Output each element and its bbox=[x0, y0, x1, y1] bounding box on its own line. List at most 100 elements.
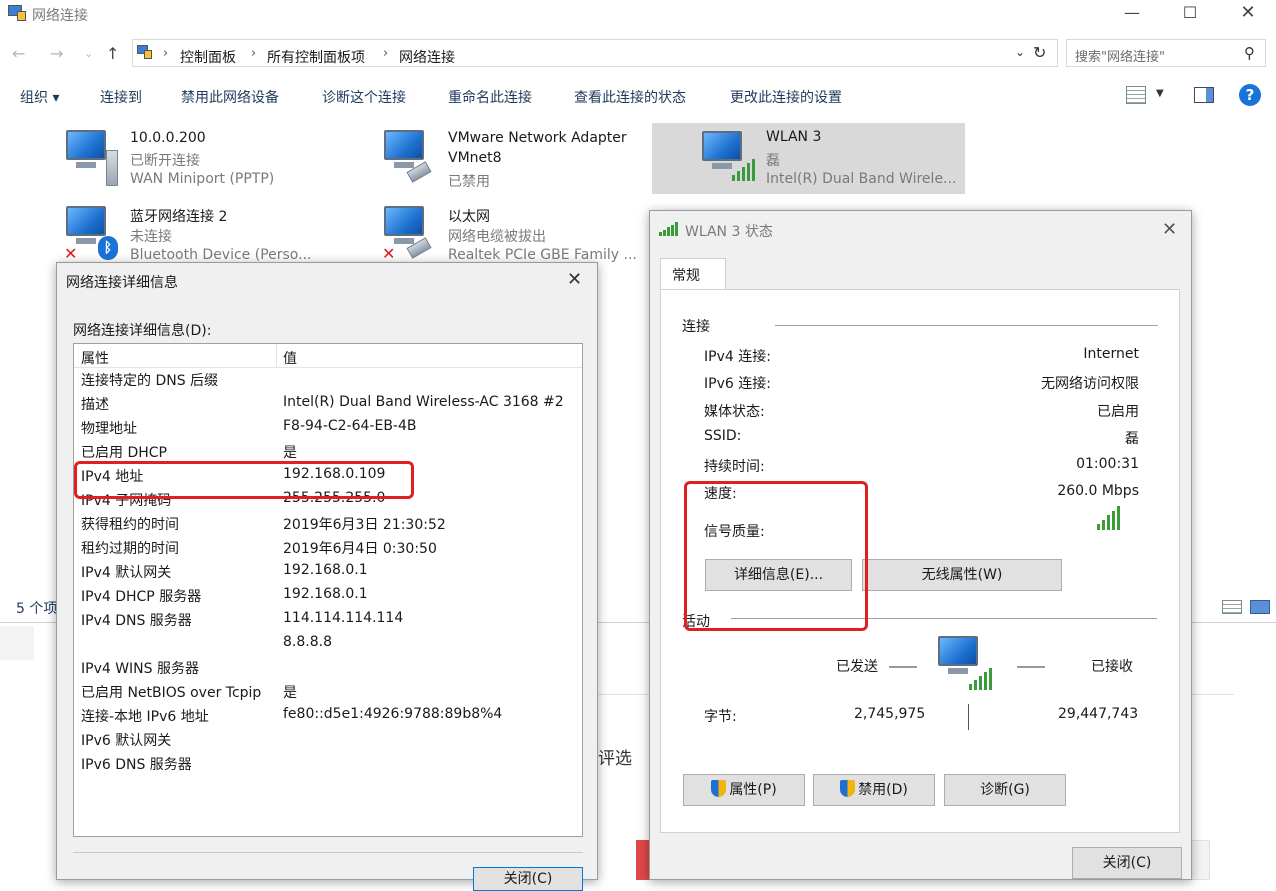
close-dialog-button[interactable]: ✕ bbox=[567, 269, 582, 290]
detail-row-value[interactable]: 是 bbox=[283, 442, 297, 462]
dialog-title: 网络连接详细信息 bbox=[66, 275, 178, 291]
detail-row-value[interactable]: 2019年6月3日 21:30:52 bbox=[283, 514, 446, 534]
wifi-signal-icon bbox=[659, 222, 679, 236]
forward-icon[interactable]: → bbox=[50, 44, 63, 63]
minimize-button[interactable]: — bbox=[1110, 2, 1154, 26]
field-ipv6: IPv6 连接: 无网络访问权限 bbox=[704, 373, 1139, 393]
wireless-properties-button[interactable]: 无线属性(W) bbox=[862, 559, 1062, 591]
search-input[interactable]: 搜索"网络连接" ⚲ bbox=[1066, 39, 1266, 67]
command-bar: 组织 ▾ 连接到 禁用此网络设备 诊断这个连接 重命名此连接 查看此连接的状态 … bbox=[0, 78, 1276, 114]
details-view-icon[interactable] bbox=[1222, 600, 1242, 614]
detail-row-property[interactable]: 租约过期的时间 bbox=[81, 538, 179, 558]
maximize-button[interactable]: ☐ bbox=[1168, 2, 1212, 26]
close-dialog-button[interactable]: ✕ bbox=[1162, 219, 1177, 240]
title-bar: 网络连接 — ☐ ✕ bbox=[0, 0, 1276, 30]
detail-row-value[interactable]: 192.168.0.1 bbox=[283, 562, 368, 578]
detail-row-property[interactable]: 连接-本地 IPv6 地址 bbox=[81, 706, 209, 726]
organize-menu[interactable]: 组织 ▾ bbox=[20, 87, 59, 107]
diagnose-button[interactable]: 诊断(G) bbox=[944, 774, 1066, 806]
detail-row-value[interactable]: 8.8.8.8 bbox=[283, 634, 332, 650]
up-icon[interactable]: ↑ bbox=[106, 44, 119, 63]
detail-row-property[interactable]: IPv6 DNS 服务器 bbox=[81, 754, 192, 774]
breadcrumb-control-panel[interactable]: 控制面板 bbox=[180, 47, 236, 67]
view-options-icon[interactable] bbox=[1126, 86, 1146, 104]
detail-row-value[interactable]: 是 bbox=[283, 682, 297, 702]
connection-item-wlan3[interactable]: WLAN 3 磊 Intel(R) Dual Band Wirele... bbox=[652, 123, 965, 194]
item-count: 5 个项 bbox=[16, 601, 58, 617]
detail-row-value[interactable]: fe80::d5e1:4926:9788:89b8%4 bbox=[283, 706, 502, 722]
connection-item-pptp[interactable]: 10.0.0.200 已断开连接 WAN Miniport (PPTP) bbox=[64, 126, 374, 196]
change-settings-button[interactable]: 更改此连接的设置 bbox=[730, 87, 842, 107]
detail-row-property[interactable]: 物理地址 bbox=[81, 418, 137, 438]
detail-row-property[interactable]: IPv4 默认网关 bbox=[81, 562, 171, 582]
column-header-value[interactable]: 值 bbox=[283, 348, 297, 368]
address-box[interactable]: › 控制面板 › 所有控制面板项 › 网络连接 ⌄ ↻ bbox=[132, 39, 1058, 67]
field-label: IPv4 连接: bbox=[704, 349, 771, 365]
view-status-button[interactable]: 查看此连接的状态 bbox=[574, 87, 686, 107]
monitor-icon bbox=[384, 206, 424, 236]
back-icon[interactable]: ← bbox=[12, 44, 25, 63]
search-placeholder: 搜索"网络连接" bbox=[1075, 50, 1165, 65]
diagnose-button[interactable]: 诊断这个连接 bbox=[322, 87, 406, 107]
detail-row-value[interactable]: 114.114.114.114 bbox=[283, 610, 403, 626]
monitor-icon bbox=[938, 636, 978, 666]
detail-row-property[interactable]: 已启用 NetBIOS over Tcpip bbox=[81, 682, 261, 702]
highlight-ipv4-address bbox=[74, 461, 414, 499]
column-header-property[interactable]: 属性 bbox=[81, 348, 109, 368]
field-label: IPv6 连接: bbox=[704, 376, 771, 392]
connection-item-ethernet[interactable]: ✕ 以太网 网络电缆被拔出 Realtek PCIe GBE Family ..… bbox=[382, 202, 692, 263]
preview-pane-icon[interactable] bbox=[1194, 87, 1214, 103]
sent-label: 已发送 bbox=[836, 659, 878, 675]
recent-locations-icon[interactable]: ⌄ bbox=[84, 47, 93, 60]
properties-button[interactable]: 属性(P) bbox=[683, 774, 805, 806]
close-window-button[interactable]: ✕ bbox=[1226, 2, 1270, 26]
detail-row-property[interactable]: IPv4 WINS 服务器 bbox=[81, 658, 199, 678]
chevron-down-icon[interactable]: ⌄ bbox=[1015, 45, 1025, 59]
field-ipv4: IPv4 连接: Internet bbox=[704, 346, 1139, 366]
connection-status: 已禁用 bbox=[448, 174, 490, 190]
detail-row-value[interactable]: F8-94-C2-64-EB-4B bbox=[283, 418, 417, 434]
monitor-stand bbox=[76, 238, 96, 244]
connection-item-bluetooth[interactable]: ✕ ᛒ 蓝牙网络连接 2 未连接 Bluetooth Device (Perso… bbox=[64, 202, 374, 263]
detail-row-property[interactable]: 连接特定的 DNS 后缀 bbox=[81, 370, 218, 390]
breadcrumb-network-connections[interactable]: 网络连接 bbox=[399, 47, 455, 67]
detail-row-value[interactable]: Intel(R) Dual Band Wireless-AC 3168 #2 bbox=[283, 394, 564, 410]
connection-name: 10.0.0.200 bbox=[130, 130, 206, 146]
disconnected-x-icon: ✕ bbox=[382, 244, 396, 263]
signal-quality-icon bbox=[1097, 506, 1127, 530]
close-button[interactable]: 关闭(C) bbox=[473, 867, 583, 891]
detail-row-value[interactable]: 2019年6月4日 0:30:50 bbox=[283, 538, 437, 558]
monitor-stand bbox=[394, 162, 414, 168]
refresh-icon[interactable]: ↻ bbox=[1033, 43, 1046, 62]
detail-row-property[interactable]: 描述 bbox=[81, 394, 109, 414]
disable-button[interactable]: 禁用(D) bbox=[813, 774, 935, 806]
close-button[interactable]: 关闭(C) bbox=[1072, 847, 1182, 879]
detail-row-property[interactable]: 已启用 DHCP bbox=[81, 442, 167, 462]
tab-general[interactable]: 常规 bbox=[660, 258, 726, 290]
bytes-divider bbox=[968, 704, 969, 730]
wifi-signal-icon bbox=[969, 668, 995, 690]
chevron-down-icon[interactable]: ▼ bbox=[1156, 88, 1164, 99]
large-icons-view-icon[interactable] bbox=[1250, 600, 1270, 614]
detail-row-value[interactable]: 192.168.0.1 bbox=[283, 586, 368, 602]
detail-row-property[interactable]: IPv4 DHCP 服务器 bbox=[81, 586, 201, 606]
signal-bar bbox=[1107, 515, 1110, 530]
section-connection: 连接 bbox=[682, 319, 710, 335]
bytes-sent: 2,745,975 bbox=[854, 706, 926, 722]
detail-row-property[interactable]: 获得租约的时间 bbox=[81, 514, 179, 534]
chevron-right-icon: › bbox=[163, 46, 169, 61]
rename-button[interactable]: 重命名此连接 bbox=[448, 87, 532, 107]
connection-name: 蓝牙网络连接 2 bbox=[130, 209, 228, 225]
details-list[interactable]: 属性 值 连接特定的 DNS 后缀 描述 Intel(R) Dual Band Wi… bbox=[73, 343, 583, 837]
connect-to-button[interactable]: 连接到 bbox=[100, 87, 142, 107]
detail-row-property[interactable]: IPv6 默认网关 bbox=[81, 730, 171, 750]
breadcrumb-all-items[interactable]: 所有控制面板项 bbox=[267, 47, 365, 67]
background-red-element bbox=[636, 840, 650, 880]
disable-device-button[interactable]: 禁用此网络设备 bbox=[181, 87, 279, 107]
help-icon[interactable]: ? bbox=[1239, 84, 1261, 106]
tab-label: 常规 bbox=[672, 268, 700, 284]
search-icon[interactable]: ⚲ bbox=[1244, 44, 1255, 62]
connection-item-vmnet8[interactable]: VMware Network Adapter VMnet8 已禁用 bbox=[382, 126, 692, 196]
detail-row-property[interactable]: IPv4 DNS 服务器 bbox=[81, 610, 192, 630]
column-divider[interactable] bbox=[276, 344, 277, 368]
